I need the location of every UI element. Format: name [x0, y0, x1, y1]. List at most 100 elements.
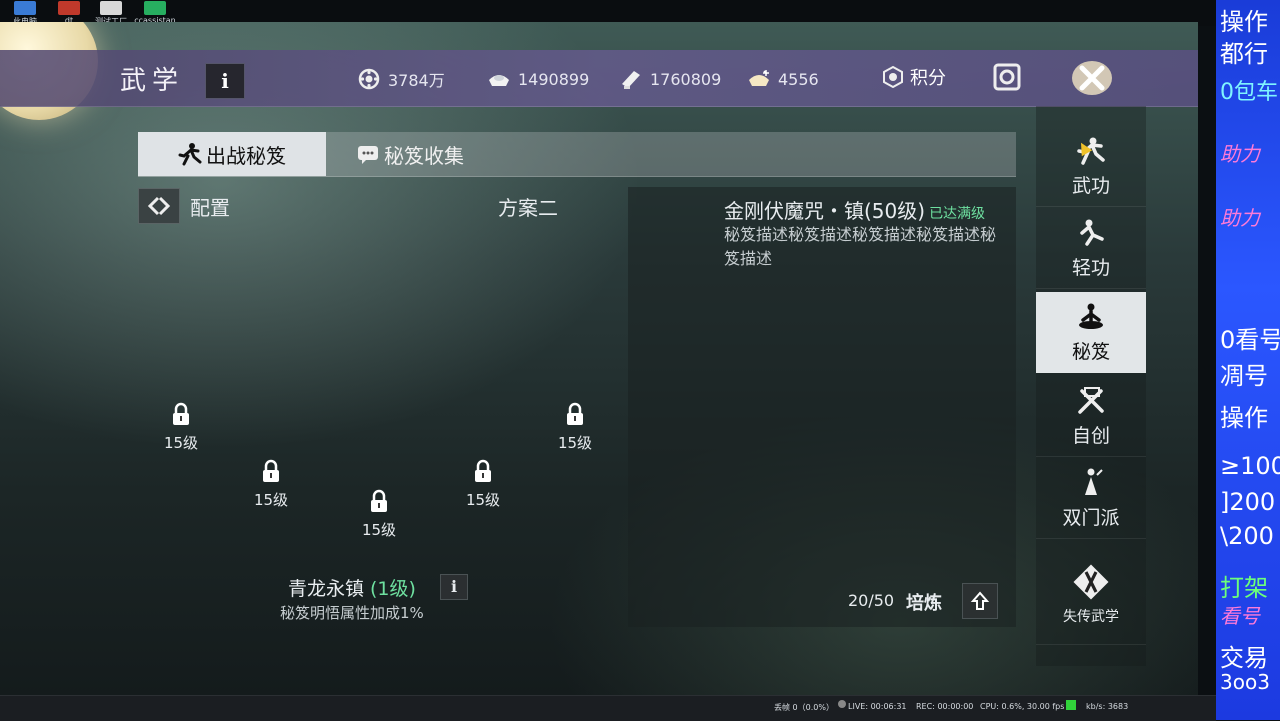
upgrade-label: 培炼 — [906, 593, 942, 614]
tab-label: 出战秘笈 — [206, 143, 286, 168]
slot-level: 15级 — [253, 491, 289, 509]
swap-icon — [147, 196, 171, 216]
upgrade-button[interactable] — [962, 583, 998, 619]
rec-time: REC: 00:00:00 — [916, 702, 974, 711]
overlay-text: \200 — [1220, 522, 1274, 550]
slot-level: 15级 — [557, 434, 593, 452]
side-item-label: 失传武学 — [1063, 609, 1119, 625]
config-button[interactable] — [138, 188, 180, 224]
locked-slot[interactable]: 15级 — [349, 489, 409, 540]
overlay-text: 助力 — [1220, 142, 1260, 166]
info-button[interactable]: i — [205, 63, 245, 99]
side-item-manuals[interactable]: 秘笈 — [1036, 292, 1146, 373]
locked-slot[interactable]: 15级 — [545, 402, 605, 453]
side-item-label: 自创 — [1071, 424, 1110, 447]
detail-title: 金刚伏魔咒・镇(50级) — [724, 199, 926, 223]
lock-icon — [173, 402, 189, 425]
side-item-label: 秘笈 — [1071, 340, 1110, 363]
settings-button[interactable] — [990, 60, 1024, 94]
meditation-icon — [1079, 303, 1103, 329]
max-level-badge: 已达满级 — [929, 206, 986, 222]
overlay-text: 0包车 — [1220, 80, 1278, 105]
page-title: 武学 — [120, 66, 185, 96]
obs-status-bar: 丢帧 0（0.0%） LIVE: 00:06:31 REC: 00:00:00 … — [0, 695, 1216, 721]
detail-panel: 金刚伏魔咒・镇(50级) 已达满级 秘笈描述秘笈描述秘笈描述秘笈描述秘笈描述 20… — [628, 187, 1016, 627]
lock-icon — [567, 402, 583, 425]
locked-slot[interactable]: 15级 — [151, 402, 211, 453]
overlay-text: 凋号 — [1220, 362, 1268, 390]
locked-slot[interactable]: 15级 — [241, 459, 301, 510]
lock-icon — [371, 489, 387, 512]
silver-ingot-icon — [486, 68, 512, 90]
overlay-text: 看号 — [1220, 604, 1260, 628]
tab-battle-manuals[interactable]: 出战秘笈 — [138, 132, 326, 176]
side-item-label: 双门派 — [1062, 506, 1120, 529]
resource-coins: 3784万 — [356, 67, 445, 91]
overlay-text: 助力 — [1220, 206, 1260, 230]
upgrade-progress: 20/50 — [848, 591, 895, 610]
overlay-text: 交易 — [1220, 644, 1268, 672]
bitrate: kb/s: 3683 — [1086, 702, 1129, 711]
detail-description: 秘笈描述秘笈描述秘笈描述秘笈描述秘笈描述 — [724, 225, 997, 268]
app-icon — [144, 1, 166, 15]
top-bar: 武学 i 3784万 1490899 1760809 4556 积分 — [0, 50, 1198, 107]
dropped-frames: 丢帧 0（0.0%） — [774, 703, 834, 712]
resource-silver: 1490899 — [486, 67, 589, 91]
resource-gold: 4556 — [746, 67, 819, 91]
medal-icon — [882, 65, 904, 89]
skill-title: 青龙永镇 — [288, 578, 365, 600]
stream-overlay: 操作 都行 0包车 助力 助力 0看号 凋号 操作 ≥100 ]200 \200… — [1216, 0, 1280, 720]
skill-level: (1级) — [370, 578, 416, 600]
overlay-text: 0看号 — [1220, 326, 1280, 354]
cpu-usage: CPU: 0.6%, 30.00 fps — [980, 702, 1065, 711]
chat-bubble-icon — [358, 146, 378, 164]
health-indicator-icon — [1066, 700, 1076, 710]
gold-ingot-icon — [746, 68, 772, 90]
crossed-swords-icon — [1078, 386, 1104, 414]
app-icon — [58, 1, 80, 15]
side-item-dual-sect[interactable]: 双门派 — [1036, 458, 1146, 539]
lock-icon — [263, 459, 279, 482]
overlay-text: 都行 — [1220, 40, 1268, 68]
score-label: 积分 — [910, 68, 946, 89]
skill-description: 秘笈明悟属性加成1% — [280, 604, 424, 622]
side-item-lightness-skill[interactable]: 轻功 — [1036, 208, 1146, 289]
slot-level: 15级 — [163, 434, 199, 452]
plan-selector[interactable]: 方案二 — [498, 192, 558, 221]
close-icon — [1072, 61, 1112, 95]
skill-info-button[interactable]: i — [440, 574, 468, 600]
side-item-self-created[interactable]: 自创 — [1036, 376, 1146, 457]
tab-manual-collection[interactable]: 秘笈收集 — [356, 132, 464, 176]
tab-label: 秘笈收集 — [384, 143, 464, 168]
slot-level: 15级 — [361, 521, 397, 539]
coin-icon — [356, 68, 382, 90]
resource-value: 1760809 — [650, 69, 722, 89]
score-button[interactable]: 积分 — [882, 64, 946, 90]
overlay-text: 打架 — [1220, 574, 1268, 602]
lost-art-icon — [1073, 564, 1109, 600]
overlay-text: ≥100 — [1220, 452, 1280, 480]
swordsman-icon — [1085, 468, 1103, 495]
detail-title-row: 金刚伏魔咒・镇(50级) 已达满级 — [724, 195, 985, 224]
lock-icon — [475, 459, 491, 482]
locked-slot[interactable]: 15级 — [453, 459, 513, 510]
config-label: 配置 — [190, 196, 230, 220]
resource-value: 1490899 — [518, 69, 590, 89]
tab-bar: 出战秘笈 秘笈收集 — [138, 132, 1016, 177]
game-window: 武学 i 3784万 1490899 1760809 4556 积分 出战秘笈 … — [0, 22, 1198, 695]
overlay-text: 操作 — [1220, 8, 1268, 36]
side-item-martial-arts[interactable]: 武功 — [1036, 126, 1146, 207]
skill-name: 青龙永镇 (1级) — [288, 574, 416, 601]
side-item-lost-arts[interactable]: 失传武学 — [1036, 544, 1146, 645]
overlay-text: 3oo3 — [1220, 670, 1270, 694]
live-time: LIVE: 00:06:31 — [848, 702, 907, 711]
side-item-label: 轻功 — [1071, 256, 1110, 279]
side-item-label: 武功 — [1071, 174, 1110, 197]
close-button[interactable] — [1064, 56, 1120, 100]
app-icon — [100, 1, 122, 15]
arrow-up-icon — [970, 591, 990, 610]
side-nav: 武功 轻功 秘笈 自创 双门派 失传武学 — [1036, 106, 1146, 666]
resource-jade: 1760809 — [618, 67, 721, 91]
fighter-icon — [178, 143, 202, 166]
leap-figure-icon — [1080, 219, 1104, 246]
